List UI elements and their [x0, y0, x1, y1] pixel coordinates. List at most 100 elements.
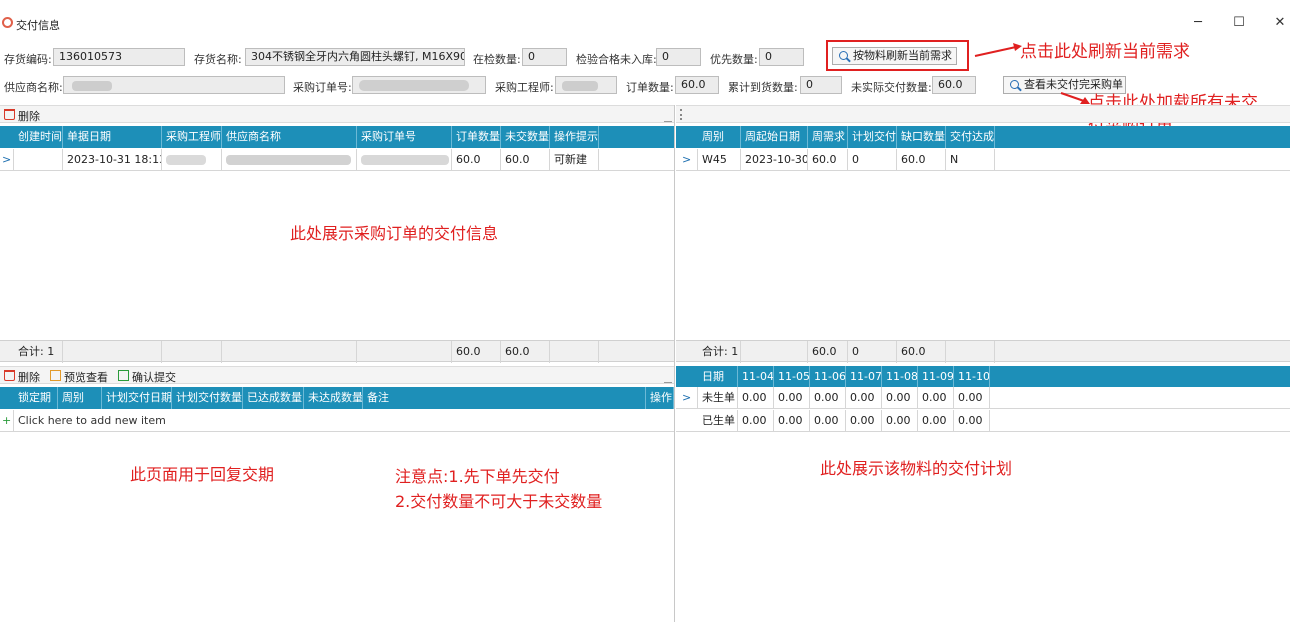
- col-engineer[interactable]: 采购工程师: [162, 126, 222, 148]
- passed-not-stored-field[interactable]: 0: [656, 48, 701, 66]
- cell-undelivered[interactable]: 60.0: [501, 149, 550, 171]
- po-number-label: 采购订单号:: [293, 81, 352, 94]
- new-item-text[interactable]: Click here to add new item: [14, 410, 674, 432]
- edit-icon: [50, 370, 61, 381]
- cell-week-start[interactable]: 2023-10-30: [741, 149, 808, 171]
- trash-icon: [4, 109, 15, 120]
- cell-order-qty[interactable]: 60.0: [452, 149, 501, 171]
- col-create-time[interactable]: 创建时间: [14, 126, 63, 148]
- cell-gap[interactable]: 60.0: [897, 149, 946, 171]
- col-day[interactable]: 11-08: [882, 366, 918, 388]
- col-achieved-qty[interactable]: 已达成数量: [243, 387, 304, 409]
- cell-create-time[interactable]: [14, 149, 63, 171]
- col-achieved[interactable]: 交付达成: [946, 126, 995, 148]
- submit-button[interactable]: 确认提交: [116, 369, 176, 385]
- col-day[interactable]: 11-05: [774, 366, 810, 388]
- cell-po-number[interactable]: [357, 149, 452, 171]
- col-plan-qty[interactable]: 计划交付数量: [172, 387, 243, 409]
- close-button[interactable]: ✕: [1270, 14, 1290, 32]
- col-week-start[interactable]: 周起始日期: [741, 126, 808, 148]
- col-locked[interactable]: 锁定期: [14, 387, 58, 409]
- col-week-demand[interactable]: 周需求: [808, 126, 848, 148]
- order-qty-field[interactable]: 60.0: [675, 76, 719, 94]
- inventory-name-field[interactable]: 304不锈钢全牙内六角圆柱头螺钉, M16X90: [245, 48, 465, 66]
- cell-value[interactable]: 0.00: [738, 410, 774, 432]
- col-week[interactable]: 周别: [698, 126, 741, 148]
- col-day[interactable]: 11-10: [954, 366, 990, 388]
- redacted-engineer: [166, 155, 206, 165]
- col-order-qty[interactable]: 订单数量: [452, 126, 501, 148]
- table-row[interactable]: 已生单 0.00 0.00 0.00 0.00 0.00 0.00 0.00: [676, 410, 1290, 432]
- cell-engineer[interactable]: [162, 149, 222, 171]
- inspecting-qty-field[interactable]: 0: [522, 48, 567, 66]
- cell-value[interactable]: 0.00: [774, 410, 810, 432]
- cell-value[interactable]: 0.00: [846, 387, 882, 409]
- po-delete-button[interactable]: 删除: [2, 108, 40, 124]
- redacted-po-number: [361, 155, 449, 165]
- po-number-field[interactable]: [352, 76, 486, 94]
- col-hint[interactable]: 操作提示: [550, 126, 599, 148]
- cell-week-demand[interactable]: 60.0: [808, 149, 848, 171]
- cell-value[interactable]: 0.00: [918, 387, 954, 409]
- cell-value[interactable]: 0.00: [846, 410, 882, 432]
- cell-achieved[interactable]: N: [946, 149, 995, 171]
- cell-supplier[interactable]: [222, 149, 357, 171]
- cell-value[interactable]: 0.00: [810, 410, 846, 432]
- cell-doc-date[interactable]: 2023-10-31 18:13: [63, 149, 162, 171]
- cell-value[interactable]: 0.00: [774, 387, 810, 409]
- title-bar: 交付信息 ─ ☐ ✕: [0, 0, 1290, 40]
- col-remark[interactable]: 备注: [363, 387, 646, 409]
- cumulative-arrival-field[interactable]: 0: [800, 76, 842, 94]
- supplier-name-field[interactable]: [63, 76, 285, 94]
- col-supplier[interactable]: 供应商名称: [222, 126, 357, 148]
- cell-value[interactable]: 0.00: [810, 387, 846, 409]
- passed-not-stored-label: 检验合格未入库:: [576, 53, 657, 66]
- col-reply-week[interactable]: 周别: [58, 387, 102, 409]
- table-row[interactable]: > W45 2023-10-30 60.0 0 60.0 N: [676, 149, 1290, 171]
- col-po-number[interactable]: 采购订单号: [357, 126, 452, 148]
- cell-value[interactable]: 0.00: [738, 387, 774, 409]
- col-gap[interactable]: 缺口数量: [897, 126, 946, 148]
- col-undelivered[interactable]: 未交数量: [501, 126, 550, 148]
- priority-qty-field[interactable]: 0: [759, 48, 804, 66]
- toolbar-overflow-icon[interactable]: [664, 373, 672, 383]
- preview-button[interactable]: 预览查看: [48, 369, 108, 385]
- cell-value[interactable]: 0.00: [882, 410, 918, 432]
- cell-row-label[interactable]: 未生单: [698, 387, 738, 409]
- cell-value[interactable]: 0.00: [954, 410, 990, 432]
- cell-row-label[interactable]: 已生单: [698, 410, 738, 432]
- col-unachieved-qty[interactable]: 未达成数量: [304, 387, 363, 409]
- pane-divider[interactable]: [674, 105, 675, 622]
- cell-planned[interactable]: 0: [848, 149, 897, 171]
- trash-icon: [4, 370, 15, 381]
- redacted-supplier: [72, 81, 112, 91]
- col-date[interactable]: 日期: [698, 366, 738, 388]
- table-row[interactable]: > 2023-10-31 18:13 60.0 60.0 可新建: [0, 149, 674, 171]
- purchase-engineer-field[interactable]: [555, 76, 617, 94]
- reply-delete-button[interactable]: 删除: [2, 369, 40, 385]
- undelivered-qty-field[interactable]: 60.0: [932, 76, 976, 94]
- col-day[interactable]: 11-04: [738, 366, 774, 388]
- col-day[interactable]: 11-06: [810, 366, 846, 388]
- inventory-code-field[interactable]: 136010573: [53, 48, 185, 66]
- col-planned[interactable]: 计划交付: [848, 126, 897, 148]
- table-row[interactable]: > 未生单 0.00 0.00 0.00 0.00 0.00 0.00 0.00: [676, 387, 1290, 409]
- toolbar-overflow-icon[interactable]: [664, 112, 672, 122]
- cell-value[interactable]: 0.00: [882, 387, 918, 409]
- annotation-note-line2: 2.交付数量不可大于未交数量: [395, 492, 603, 511]
- new-item-row[interactable]: + Click here to add new item: [0, 410, 674, 432]
- maximize-button[interactable]: ☐: [1229, 14, 1249, 32]
- col-plan-date[interactable]: 计划交付日期: [102, 387, 172, 409]
- minimize-button[interactable]: ─: [1188, 14, 1208, 32]
- week-grid-footer: 合计: 1 60.0 0 60.0: [676, 340, 1290, 363]
- col-action[interactable]: 操作: [646, 387, 674, 409]
- cell-value[interactable]: 0.00: [954, 387, 990, 409]
- cell-hint[interactable]: 可新建: [550, 149, 599, 171]
- cell-value[interactable]: 0.00: [918, 410, 954, 432]
- col-doc-date[interactable]: 单据日期: [63, 126, 162, 148]
- col-day[interactable]: 11-07: [846, 366, 882, 388]
- refresh-demand-button[interactable]: 按物料刷新当前需求: [832, 47, 957, 65]
- cell-week[interactable]: W45: [698, 149, 741, 171]
- footer-cell: [357, 341, 452, 363]
- col-day[interactable]: 11-09: [918, 366, 954, 388]
